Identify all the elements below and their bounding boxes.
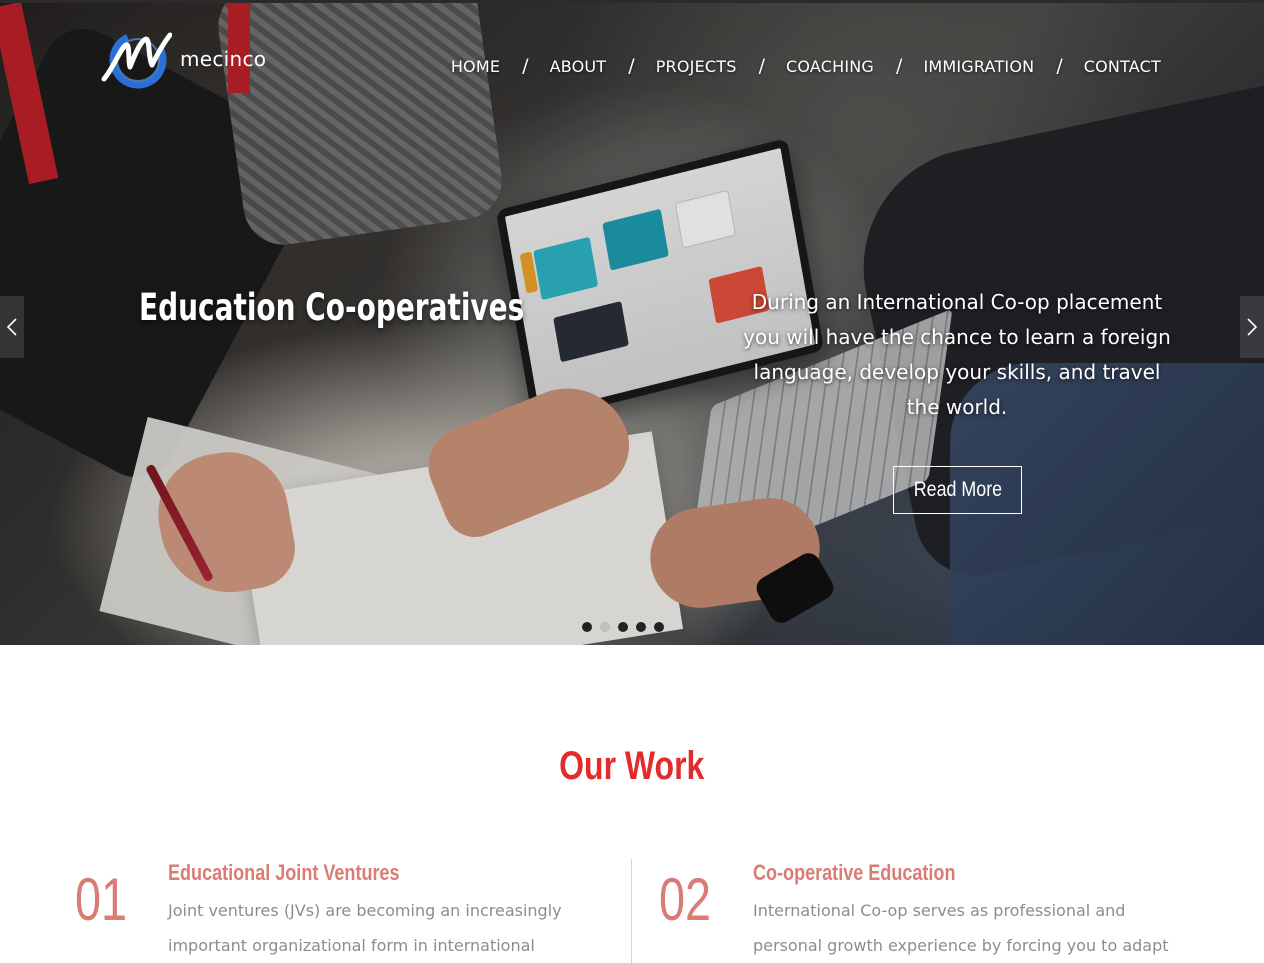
nav-separator: /: [896, 55, 903, 77]
work-number-text: 01: [75, 866, 128, 933]
our-work-title-text: Our Work: [559, 744, 705, 788]
work-number: 02: [659, 865, 726, 934]
slider-dot-1[interactable]: [582, 622, 592, 632]
slide-title: Education Co-operatives: [139, 286, 525, 329]
nav-home[interactable]: HOME: [451, 57, 500, 76]
nav-separator: /: [522, 55, 529, 77]
work-number: 01: [75, 865, 142, 934]
slider-prev-button[interactable]: [0, 296, 24, 358]
nav-separator: /: [1056, 55, 1063, 77]
slider-dot-4[interactable]: [636, 622, 646, 632]
work-heading[interactable]: Educational Joint Ventures: [168, 860, 450, 886]
read-more-label: Read More: [913, 478, 1002, 501]
nav-projects[interactable]: PROJECTS: [656, 57, 737, 76]
work-heading-text: Co-operative Education: [753, 860, 956, 885]
nav-immigration[interactable]: IMMIGRATION: [923, 57, 1034, 76]
chevron-right-icon: [1247, 318, 1258, 336]
slider-dot-5[interactable]: [654, 622, 664, 632]
site-logo[interactable]: mecinco: [100, 27, 266, 93]
slide-description: During an International Co-op placement …: [743, 290, 1171, 419]
work-heading[interactable]: Co-operative Education: [753, 860, 1000, 886]
hero-slider: mecinco HOME / ABOUT / PROJECTS / COACHI…: [0, 0, 1264, 645]
slider-pagination: [582, 622, 664, 632]
our-work-title: Our Work: [0, 744, 1264, 789]
slider-next-button[interactable]: [1240, 296, 1264, 358]
read-more-button[interactable]: Read More: [893, 466, 1022, 514]
main-nav: HOME / ABOUT / PROJECTS / COACHING / IMM…: [451, 55, 1161, 77]
work-divider: [631, 859, 632, 963]
nav-separator: /: [758, 55, 765, 77]
work-number-text: 02: [659, 866, 712, 933]
work-description: Joint ventures (JVs) are becoming an inc…: [168, 901, 562, 955]
nav-contact[interactable]: CONTACT: [1084, 57, 1161, 76]
slider-dot-3[interactable]: [618, 622, 628, 632]
brand-name: mecinco: [180, 47, 267, 71]
work-description: International Co-op serves as profession…: [753, 901, 1169, 955]
brush-m-logo-icon: [101, 31, 172, 89]
slider-dot-2[interactable]: [600, 622, 610, 632]
nav-separator: /: [628, 55, 635, 77]
nav-coaching[interactable]: COACHING: [786, 57, 874, 76]
chevron-left-icon: [6, 318, 17, 336]
nav-about[interactable]: ABOUT: [550, 57, 607, 76]
work-heading-text: Educational Joint Ventures: [168, 860, 400, 885]
